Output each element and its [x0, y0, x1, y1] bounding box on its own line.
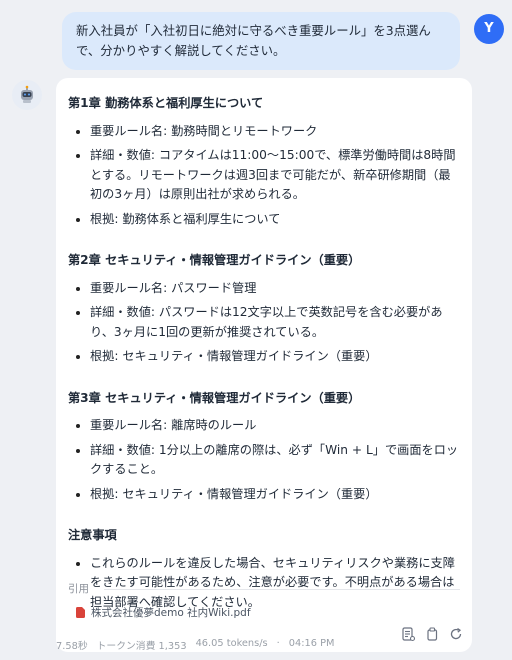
answer-section: 第1章 勤務体系と福利厚生について 重要ルール名: 勤務時間とリモートワーク 詳… [68, 94, 460, 229]
list-item: 根拠: 勤務体系と福利厚生について [90, 210, 460, 230]
token-usage: トークン消費 1,353 [96, 641, 187, 652]
list-item: 根拠: セキュリティ・情報管理ガイドライン（重要） [90, 347, 460, 367]
generation-stats: 7.58秒 トークン消費 1,353 46.05 tokens/s · 04:1… [56, 638, 335, 652]
answer-section: 注意事項 これらのルールを違反した場合、セキュリティリスクや業務に支障をきたす可… [68, 526, 460, 612]
section-title: 第1章 勤務体系と福利厚生について [68, 96, 264, 110]
answer-content: 第1章 勤務体系と福利厚生について 重要ルール名: 勤務時間とリモートワーク 詳… [68, 94, 460, 634]
section-title: 第2章 セキュリティ・情報管理ガイドライン（重要） [68, 253, 361, 267]
section-list: 重要ルール名: 勤務時間とリモートワーク 詳細・数値: コアタイムは11:00〜… [68, 122, 460, 230]
answer-section: 第3章 セキュリティ・情報管理ガイドライン（重要） 重要ルール名: 離席時のルー… [68, 389, 460, 505]
assistant-answer-card: 第1章 勤務体系と福利厚生について 重要ルール名: 勤務時間とリモートワーク 詳… [56, 78, 472, 652]
section-list: これらのルールを違反した場合、セキュリティリスクや業務に支障をきたす可能性がある… [68, 554, 460, 613]
message-actions [400, 626, 464, 642]
section-list: 重要ルール名: 離席時のルール 詳細・数値: 1分以上の離席の際は、必ず「Win… [68, 416, 460, 504]
list-item: 重要ルール名: 勤務時間とリモートワーク [90, 122, 460, 142]
token-speed: 46.05 tokens/s [195, 638, 268, 649]
citation-label: 引用 [68, 583, 89, 595]
stats-separator: · [276, 638, 280, 649]
pdf-file-icon [76, 607, 85, 618]
list-item: 重要ルール名: 離席時のルール [90, 416, 460, 436]
list-item: 重要ルール名: パスワード管理 [90, 279, 460, 299]
elapsed-time: 7.58秒 [56, 641, 88, 652]
robot-icon [21, 85, 33, 103]
answer-section: 第2章 セキュリティ・情報管理ガイドライン（重要） 重要ルール名: パスワード管… [68, 251, 460, 367]
user-message-text: 新入社員が「入社初日に絶対に守るべき重要ルール」を3点選んで、分かりやすく解説し… [76, 23, 431, 58]
bot-avatar [12, 80, 42, 110]
timestamp: 04:16 PM [288, 638, 335, 649]
user-avatar[interactable]: Y [474, 14, 504, 44]
citation-link[interactable]: 株式会社優夢demo 社内Wiki.pdf [76, 605, 251, 620]
citation-filename: 株式会社優夢demo 社内Wiki.pdf [91, 607, 251, 619]
section-list: 重要ルール名: パスワード管理 詳細・数値: パスワードは12文字以上で英数記号… [68, 279, 460, 367]
section-title: 第3章 セキュリティ・情報管理ガイドライン（重要） [68, 390, 361, 405]
regenerate-icon[interactable] [448, 626, 464, 642]
list-item: これらのルールを違反した場合、セキュリティリスクや業務に支障をきたす可能性がある… [90, 554, 460, 613]
citation-divider [104, 589, 460, 590]
list-item: 根拠: セキュリティ・情報管理ガイドライン（重要） [90, 485, 460, 505]
list-item: 詳細・数値: パスワードは12文字以上で英数記号を含む必要があり、3ヶ月に1回の… [90, 303, 460, 342]
summary-icon[interactable] [400, 626, 416, 642]
list-item: 詳細・数値: コアタイムは11:00〜15:00で、標準労働時間は8時間とする。… [90, 146, 460, 205]
copy-icon[interactable] [424, 626, 440, 642]
section-title: 注意事項 [68, 528, 117, 542]
list-item: 詳細・数値: 1分以上の離席の際は、必ず「Win + L」で画面をロックすること… [90, 441, 460, 480]
user-message-bubble: 新入社員が「入社初日に絶対に守るべき重要ルール」を3点選んで、分かりやすく解説し… [62, 12, 460, 70]
